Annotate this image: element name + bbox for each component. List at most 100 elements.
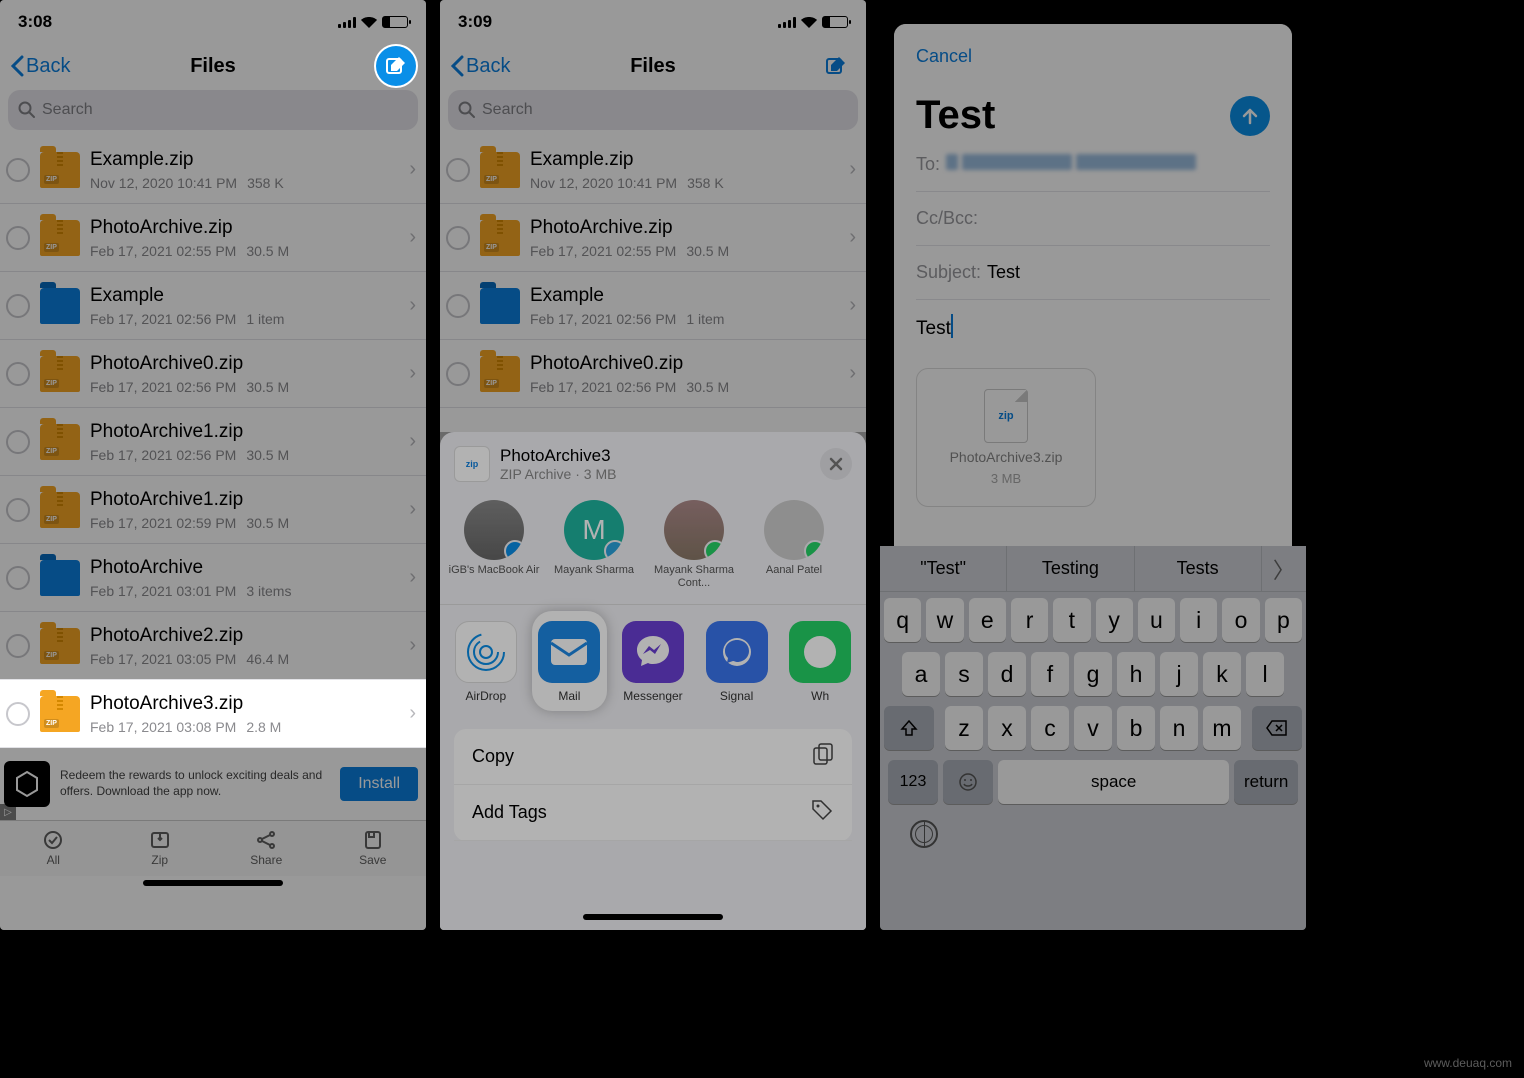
globe-icon[interactable] (910, 820, 938, 848)
ccbcc-field[interactable]: Cc/Bcc: (916, 192, 1270, 246)
key-t[interactable]: t (1053, 598, 1090, 642)
share-contact[interactable]: Aanal Patel (744, 500, 844, 590)
keyboard[interactable]: "Test"TestingTests〉 qwertyuiop asdfghjkl… (880, 546, 1306, 930)
tag-icon (810, 798, 834, 827)
key-v[interactable]: v (1074, 706, 1112, 750)
emoji-key[interactable] (943, 760, 993, 804)
key-y[interactable]: y (1096, 598, 1133, 642)
contact-avatar (764, 500, 824, 560)
key-k[interactable]: k (1203, 652, 1241, 696)
key-o[interactable]: o (1222, 598, 1259, 642)
suggestion[interactable]: "Test" (880, 546, 1007, 591)
key-c[interactable]: c (1031, 706, 1069, 750)
suggestion-bar[interactable]: "Test"TestingTests〉 (880, 546, 1306, 592)
body-field[interactable]: Test (916, 300, 1270, 354)
return-key[interactable]: return (1234, 760, 1298, 804)
emoji-icon (958, 772, 978, 792)
key-b[interactable]: b (1117, 706, 1155, 750)
key-f[interactable]: f (1031, 652, 1069, 696)
key-r[interactable]: r (1011, 598, 1048, 642)
chevron-right-icon: › (409, 702, 416, 725)
suggestion[interactable]: Testing (1007, 546, 1134, 591)
attachment-card[interactable]: zip PhotoArchive3.zip 3 MB (916, 368, 1096, 507)
contact-avatar (664, 500, 724, 560)
keyboard-bottom (880, 812, 1306, 856)
to-recipient (946, 154, 1196, 175)
zip-folder-icon (40, 696, 80, 732)
file-row[interactable]: PhotoArchive3.zip Feb 17, 2021 03:08 PM2… (0, 680, 426, 748)
shift-icon (900, 719, 918, 737)
airdrop-badge-icon (504, 540, 524, 560)
key-g[interactable]: g (1074, 652, 1112, 696)
share-file-thumb: zip (454, 446, 490, 482)
compose-title: Test (916, 93, 995, 138)
share-app-signal[interactable]: Signal (695, 621, 779, 703)
key-h[interactable]: h (1117, 652, 1155, 696)
key-s[interactable]: s (945, 652, 983, 696)
attachment-size: 3 MB (991, 471, 1021, 486)
wh-app-icon (789, 621, 851, 683)
file-meta: Feb 17, 2021 03:08 PM2.8 M (90, 719, 399, 735)
share-file-subtitle: ZIP Archive · 3 MB (500, 466, 810, 482)
cancel-button[interactable]: Cancel (916, 46, 972, 66)
share-action-add-tags[interactable]: Add Tags (454, 785, 852, 841)
key-w[interactable]: w (926, 598, 963, 642)
contact-avatar: M (564, 500, 624, 560)
expand-suggestions[interactable]: 〉 (1262, 546, 1306, 591)
dim-overlay (0, 0, 426, 930)
messenger-app-icon (622, 621, 684, 683)
share-actions-list: CopyAdd Tags (454, 729, 852, 841)
contact-avatar (464, 500, 524, 560)
share-app-airdrop[interactable]: AirDrop (444, 621, 528, 703)
share-contact[interactable]: Mayank Sharma Cont... (644, 500, 744, 590)
key-q[interactable]: q (884, 598, 921, 642)
compose-icon (385, 55, 407, 77)
arrow-up-icon (1240, 106, 1260, 126)
share-app-mail[interactable]: Mail (528, 621, 612, 703)
backspace-key[interactable] (1252, 706, 1302, 750)
key-z[interactable]: z (945, 706, 983, 750)
share-contact[interactable]: MMayank Sharma (544, 500, 644, 590)
key-i[interactable]: i (1180, 598, 1217, 642)
suggestion[interactable]: Tests (1135, 546, 1262, 591)
share-header: zip PhotoArchive3 ZIP Archive · 3 MB (440, 432, 866, 492)
key-n[interactable]: n (1160, 706, 1198, 750)
share-action-copy[interactable]: Copy (454, 729, 852, 785)
share-contacts-row[interactable]: iGB's MacBook AirMMayank SharmaMayank Sh… (440, 492, 866, 605)
key-a[interactable]: a (902, 652, 940, 696)
share-app-messenger[interactable]: Messenger (611, 621, 695, 703)
key-m[interactable]: m (1203, 706, 1241, 750)
screenshot-2-share-sheet: 3:09 Back Files Search Example.zip Nov 1… (440, 0, 866, 930)
space-key[interactable]: space (998, 760, 1229, 804)
telegram-badge-icon (604, 540, 624, 560)
attachment-name: PhotoArchive3.zip (950, 449, 1063, 465)
numeric-key[interactable]: 123 (888, 760, 938, 804)
share-contact[interactable]: iGB's MacBook Air (444, 500, 544, 590)
share-apps-row[interactable]: AirDropMailMessengerSignalWh (440, 605, 866, 711)
share-close-button[interactable] (820, 448, 852, 480)
subject-value: Test (987, 262, 1020, 283)
backspace-icon (1266, 720, 1288, 736)
share-app-wh[interactable]: Wh (778, 621, 862, 703)
airdrop-app-icon (455, 621, 517, 683)
watermark: www.deuaq.com (1424, 1056, 1512, 1070)
key-x[interactable]: x (988, 706, 1026, 750)
compose-button[interactable] (376, 46, 416, 86)
key-u[interactable]: u (1138, 598, 1175, 642)
key-e[interactable]: e (969, 598, 1006, 642)
home-indicator[interactable] (583, 914, 723, 920)
screenshot-1-files-list: 3:08 Back Files Search Example.zip Nov 1… (0, 0, 426, 930)
shift-key[interactable] (884, 706, 934, 750)
key-p[interactable]: p (1265, 598, 1302, 642)
key-j[interactable]: j (1160, 652, 1198, 696)
text-cursor (951, 314, 953, 338)
key-l[interactable]: l (1246, 652, 1284, 696)
select-radio[interactable] (6, 702, 30, 726)
to-field[interactable]: To: (916, 138, 1270, 192)
send-button[interactable] (1230, 96, 1270, 136)
close-icon (829, 457, 843, 471)
compose-sheet: Cancel Test To: Cc/Bcc: Subject: Test Te… (894, 24, 1292, 548)
key-d[interactable]: d (988, 652, 1026, 696)
subject-field[interactable]: Subject: Test (916, 246, 1270, 300)
screenshot-3-mail-compose: Cancel Test To: Cc/Bcc: Subject: Test Te… (880, 0, 1306, 930)
